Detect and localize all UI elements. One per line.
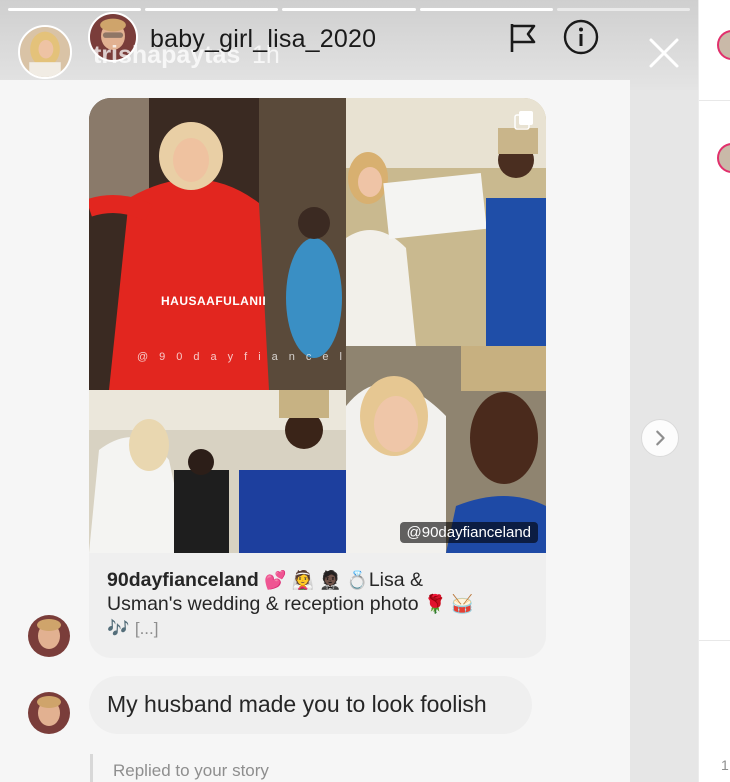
divider [699, 640, 730, 641]
photo-tile [89, 390, 346, 553]
story-viewer: trishapaytas 1h baby_girl_lisa_2020 HAUS… [0, 0, 698, 782]
shared-post-card[interactable]: HAUSAAFULANII @90dayfiancelandd [89, 98, 546, 658]
post-watermark: @90dayfiancelandd [137, 351, 346, 363]
right-panel-text: 1 [721, 757, 729, 773]
tile-label: HAUSAAFULANII [161, 294, 267, 308]
progress-segment [419, 8, 553, 11]
post-caption: 90dayfianceland 💕 👰 🤵🏿 💍Lisa & Usman's w… [107, 568, 532, 641]
sender-avatar[interactable] [28, 692, 70, 734]
photo-tile: HAUSAAFULANII @90dayfiancelandd [89, 98, 346, 390]
dm-thread: HAUSAAFULANII @90dayfiancelandd [0, 80, 630, 782]
sender-avatar[interactable] [28, 615, 70, 657]
progress-segment [556, 8, 691, 11]
caption-text: Usman's wedding & reception photo [107, 593, 419, 615]
info-icon[interactable] [563, 19, 599, 55]
message-bubble[interactable]: My husband made you to look foolish [89, 676, 532, 734]
photo-tile [346, 98, 546, 346]
caption-text: Lisa & [368, 569, 424, 591]
story-progress-bar [8, 8, 691, 11]
reply-note: Replied to your story [90, 754, 269, 782]
sender-handle[interactable]: baby_girl_lisa_2020 [150, 25, 376, 54]
post-photo-collage[interactable]: HAUSAAFULANII @90dayfiancelandd [89, 98, 546, 553]
viewer-avatar[interactable] [18, 25, 72, 79]
next-story-button[interactable] [641, 419, 679, 457]
caption-emojis: 🌹 🥁 [424, 594, 474, 614]
right-panel-avatar[interactable] [717, 143, 730, 173]
progress-segment [145, 8, 279, 11]
caption-username[interactable]: 90dayfianceland [107, 569, 259, 591]
multiple-images-icon [514, 110, 534, 130]
divider [699, 100, 730, 101]
caption-emojis: 🎶 [107, 618, 130, 638]
caption-emojis: 💕 👰 🤵🏿 💍 [264, 570, 369, 590]
caption-more[interactable]: [...] [135, 619, 159, 638]
right-panel-avatar[interactable] [717, 30, 730, 60]
photo-tile: @90dayfianceland [346, 346, 546, 553]
close-icon[interactable] [648, 37, 680, 69]
flag-icon[interactable] [508, 22, 538, 54]
post-handle-tag: @90dayfianceland [399, 522, 538, 543]
right-panel-strip: 1 [698, 0, 730, 782]
chevron-right-icon [656, 430, 665, 446]
progress-segment [8, 8, 142, 11]
progress-segment [282, 8, 416, 11]
